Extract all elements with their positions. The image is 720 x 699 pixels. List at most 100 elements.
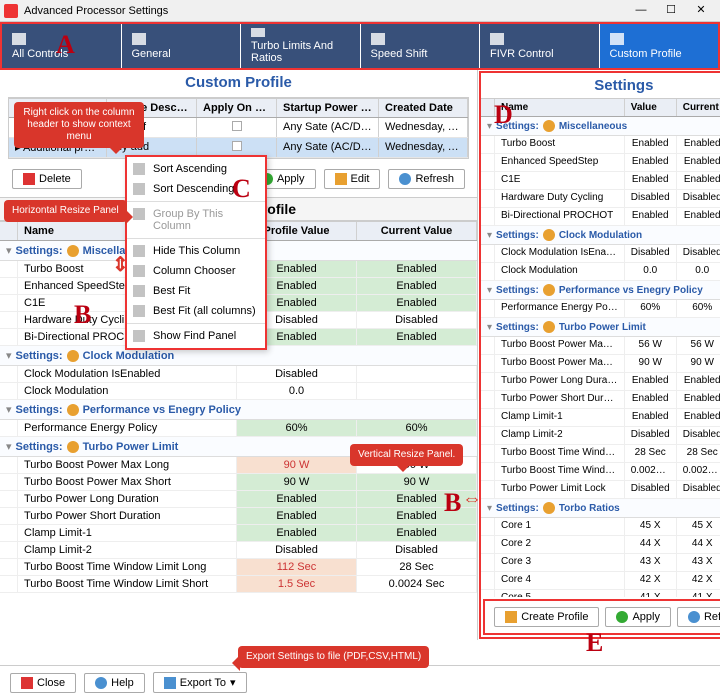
export-button[interactable]: Export To ▾: [153, 672, 247, 693]
close-app-button[interactable]: Close: [10, 673, 76, 693]
callout-export: Export Settings to file (PDF,CSV,HTML): [238, 646, 429, 668]
setting-row[interactable]: Enhanced SpeedStepEnabledEnabled: [481, 154, 720, 172]
setting-row[interactable]: C1EEnabledEnabled: [481, 172, 720, 190]
tab-icon: [132, 33, 146, 45]
setting-row[interactable]: Turbo Power Short Dur…EnabledEnabled: [481, 391, 720, 409]
setting-row[interactable]: Performance Energy Policy60%60%: [0, 420, 477, 437]
menu-hide-this-column[interactable]: Hide This Column: [127, 241, 265, 261]
setting-row[interactable]: Turbo Boost Time Wind…0.0024 Sec0.0024…: [481, 463, 720, 481]
group-header[interactable]: ▾Settings: Torbo Ratios: [481, 499, 720, 518]
setting-row[interactable]: Clamp Limit-2DisabledDisabled: [481, 427, 720, 445]
delete-button[interactable]: Delete: [12, 169, 82, 189]
gear-icon: [67, 441, 79, 453]
tab-icon: [251, 28, 265, 37]
col-created-date[interactable]: Created Date: [379, 99, 468, 117]
resize-arrow-icon: ⇕: [112, 252, 129, 277]
menu-group-by-this-column: Group By This Column: [127, 204, 265, 236]
refresh-button[interactable]: Refresh: [388, 169, 465, 189]
setting-row[interactable]: Turbo Boost Power Ma…90 W90 W: [481, 355, 720, 373]
menu-item-icon: [133, 163, 145, 175]
tab-label: General: [132, 48, 231, 60]
r-col-current[interactable]: Current: [677, 99, 720, 116]
setting-row[interactable]: Turbo BoostEnabledEnabled: [481, 136, 720, 154]
create-icon: [505, 611, 517, 623]
menu-item-icon: [133, 330, 145, 342]
setting-row[interactable]: Hardware Duty CyclingDisabledDisabled: [481, 190, 720, 208]
group-header[interactable]: ▾Settings: Miscellaneous: [481, 117, 720, 136]
tab-label: FIVR Control: [490, 48, 589, 60]
setting-row[interactable]: Clamp Limit-1EnabledEnabled: [481, 409, 720, 427]
setting-row[interactable]: Turbo Boost Time Window Limit Long112 Se…: [0, 559, 477, 576]
col-startup-state[interactable]: Startup Power State: [277, 99, 379, 117]
r-col-value[interactable]: Value: [625, 99, 677, 116]
checkbox[interactable]: [232, 121, 242, 131]
chevron-down-icon: ▾: [487, 230, 492, 241]
setting-row[interactable]: Turbo Power Short DurationEnabledEnabled: [0, 508, 477, 525]
titlebar: Advanced Processor Settings — ☐ ✕: [0, 0, 720, 22]
setting-row[interactable]: Clamp Limit-1EnabledEnabled: [0, 525, 477, 542]
col-current-value[interactable]: Current Value: [357, 222, 477, 240]
chevron-down-icon: ▾: [487, 121, 492, 132]
menu-best-fit[interactable]: Best Fit: [127, 281, 265, 301]
col-apply-startup[interactable]: Apply On Startup: [197, 99, 277, 117]
window-title: Advanced Processor Settings: [24, 5, 626, 17]
setting-row[interactable]: Performance Energy Po…60%60%: [481, 300, 720, 318]
tab-label: Turbo Limits And Ratios: [251, 40, 350, 64]
tab-general[interactable]: General: [122, 24, 242, 68]
maximize-button[interactable]: ☐: [656, 1, 686, 21]
setting-row[interactable]: Turbo Boost Time Window Limit Short1.5 S…: [0, 576, 477, 593]
setting-row[interactable]: Turbo Boost Time Wind…28 Sec28 Sec: [481, 445, 720, 463]
chevron-down-icon: ▾: [487, 503, 492, 514]
edit-button[interactable]: Edit: [324, 169, 381, 189]
tab-icon: [12, 33, 26, 45]
refresh-settings-button[interactable]: Refresh: [677, 607, 720, 627]
letter-b: B: [74, 300, 91, 330]
group-header[interactable]: ▾Settings: Clock Modulation: [481, 226, 720, 245]
chevron-down-icon: ▾: [6, 349, 12, 362]
close-button[interactable]: ✕: [686, 1, 716, 21]
group-header[interactable]: ▾Settings: Turbo Power Limit: [481, 318, 720, 337]
tab-custom-profile[interactable]: Custom Profile: [600, 24, 719, 68]
setting-row[interactable]: Core 442 X42 X: [481, 572, 720, 590]
chevron-down-icon: ▾: [487, 322, 492, 333]
setting-row[interactable]: Clock Modulation IsEnabledDisabled: [0, 366, 477, 383]
checkbox[interactable]: [232, 141, 242, 151]
tab-fivr-control[interactable]: FIVR Control: [480, 24, 600, 68]
setting-row[interactable]: Turbo Boost Power Ma…56 W56 W: [481, 337, 720, 355]
r-col-name[interactable]: Name: [495, 99, 625, 116]
setting-row[interactable]: Clamp Limit-2DisabledDisabled: [0, 542, 477, 559]
edit-icon: [335, 173, 347, 185]
setting-row[interactable]: Turbo Power Limit LockDisabledDisabled: [481, 481, 720, 499]
setting-row[interactable]: Core 244 X44 X: [481, 536, 720, 554]
group-header[interactable]: ▾Settings: Performance vs Enegry Policy: [481, 281, 720, 300]
setting-row[interactable]: Core 145 X45 X: [481, 518, 720, 536]
minimize-button[interactable]: —: [626, 1, 656, 21]
close-icon: [21, 677, 33, 689]
main-tabs: All ControlsGeneralTurbo Limits And Rati…: [0, 22, 720, 70]
apply-settings-button[interactable]: Apply: [605, 607, 671, 627]
setting-row[interactable]: Clock Modulation0.00.0: [481, 263, 720, 281]
menu-best-fit-all-columns-[interactable]: Best Fit (all columns): [127, 301, 265, 321]
bottom-bar: Close Help Export To ▾: [0, 665, 720, 699]
setting-row[interactable]: Turbo Power Long Dura…EnabledEnabled: [481, 373, 720, 391]
setting-row[interactable]: Clock Modulation0.0: [0, 383, 477, 400]
setting-row[interactable]: Turbo Power Long DurationEnabledEnabled: [0, 491, 477, 508]
tab-speed-shift[interactable]: Speed Shift: [361, 24, 481, 68]
help-button[interactable]: Help: [84, 673, 145, 693]
chevron-down-icon: ▾: [487, 285, 492, 296]
group-header[interactable]: ▾Settings: Performance vs Enegry Policy: [0, 400, 477, 420]
menu-column-chooser[interactable]: Column Chooser: [127, 261, 265, 281]
letter-e: E: [586, 628, 603, 658]
tab-turbo-limits-and-ratios[interactable]: Turbo Limits And Ratios: [241, 24, 361, 68]
setting-row[interactable]: Core 541 X41 X: [481, 590, 720, 597]
callout-hrp: Horizontal Resize Panel: [4, 200, 127, 222]
gear-icon: [543, 120, 555, 132]
setting-row[interactable]: Clock Modulation IsEna…DisabledDisabled: [481, 245, 720, 263]
left-title: Custom Profile: [0, 70, 477, 95]
letter-a: A: [56, 30, 75, 60]
setting-row[interactable]: Core 343 X43 X: [481, 554, 720, 572]
setting-row[interactable]: Bi-Directional PROCHOTEnabledEnabled: [481, 208, 720, 226]
help-icon: [95, 677, 107, 689]
create-profile-button[interactable]: Create Profile: [494, 607, 599, 627]
menu-show-find-panel[interactable]: Show Find Panel: [127, 326, 265, 346]
